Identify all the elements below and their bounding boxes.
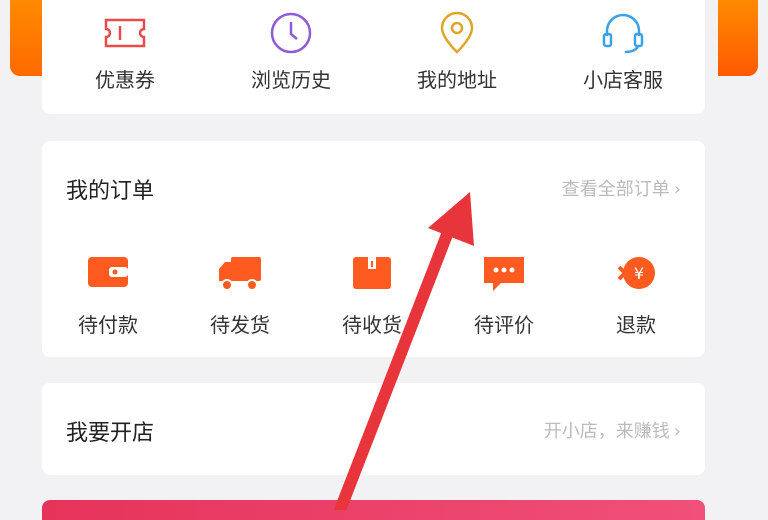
- package-icon: [353, 257, 391, 289]
- headset-icon: [602, 13, 644, 54]
- browse-history-label: 浏览历史: [251, 68, 331, 92]
- pending-receipt-label: 待收货: [342, 313, 402, 337]
- refund-button[interactable]: ¥ 退款: [570, 251, 702, 341]
- pending-receipt-button[interactable]: 待收货: [306, 251, 438, 341]
- truck-icon: [219, 257, 261, 291]
- pending-shipment-label: 待发货: [210, 313, 270, 337]
- chevron-right-icon: ›: [673, 179, 681, 200]
- open-shop-card[interactable]: 我要开店 开小店，来赚钱 ›: [42, 383, 705, 475]
- my-orders-card: 我的订单 查看全部订单 › 待付款 待发货 待收货 待评价 ¥ 退款: [42, 141, 705, 357]
- refund-label: 退款: [616, 313, 656, 337]
- coupon-icon: [104, 18, 146, 48]
- customer-service-label: 小店客服: [583, 68, 663, 92]
- my-address-button[interactable]: 我的地址: [374, 0, 540, 114]
- clock-icon: [270, 12, 312, 54]
- view-all-orders-link[interactable]: 查看全部订单 ›: [562, 175, 681, 201]
- open-shop-title: 我要开店: [66, 421, 155, 446]
- chevron-right-icon: ›: [673, 421, 681, 442]
- open-shop-link[interactable]: 开小店，来赚钱 ›: [544, 417, 681, 443]
- promo-banner[interactable]: [42, 500, 705, 520]
- my-address-label: 我的地址: [417, 68, 497, 92]
- view-all-orders-label: 查看全部订单: [561, 179, 670, 200]
- pending-review-label: 待评价: [474, 313, 534, 337]
- pending-review-button[interactable]: 待评价: [438, 251, 570, 341]
- open-shop-link-label: 开小店，来赚钱: [543, 421, 670, 442]
- location-pin-icon: [440, 11, 474, 54]
- refund-icon: ¥: [617, 257, 655, 289]
- orders-title: 我的订单: [66, 179, 155, 204]
- pending-shipment-button[interactable]: 待发货: [174, 251, 306, 341]
- customer-service-button[interactable]: 小店客服: [540, 0, 706, 114]
- coupon-label: 优惠券: [95, 68, 155, 92]
- quick-links-card: 优惠券 浏览历史 我的地址 小店客服: [42, 0, 705, 114]
- pending-payment-label: 待付款: [78, 313, 138, 337]
- pending-payment-button[interactable]: 待付款: [42, 251, 174, 341]
- comment-icon: [484, 257, 524, 291]
- header-accent-right: [718, 0, 758, 76]
- browse-history-button[interactable]: 浏览历史: [208, 0, 374, 114]
- wallet-icon: [88, 257, 128, 287]
- svg-text:¥: ¥: [634, 264, 644, 283]
- coupon-button[interactable]: 优惠券: [42, 0, 208, 114]
